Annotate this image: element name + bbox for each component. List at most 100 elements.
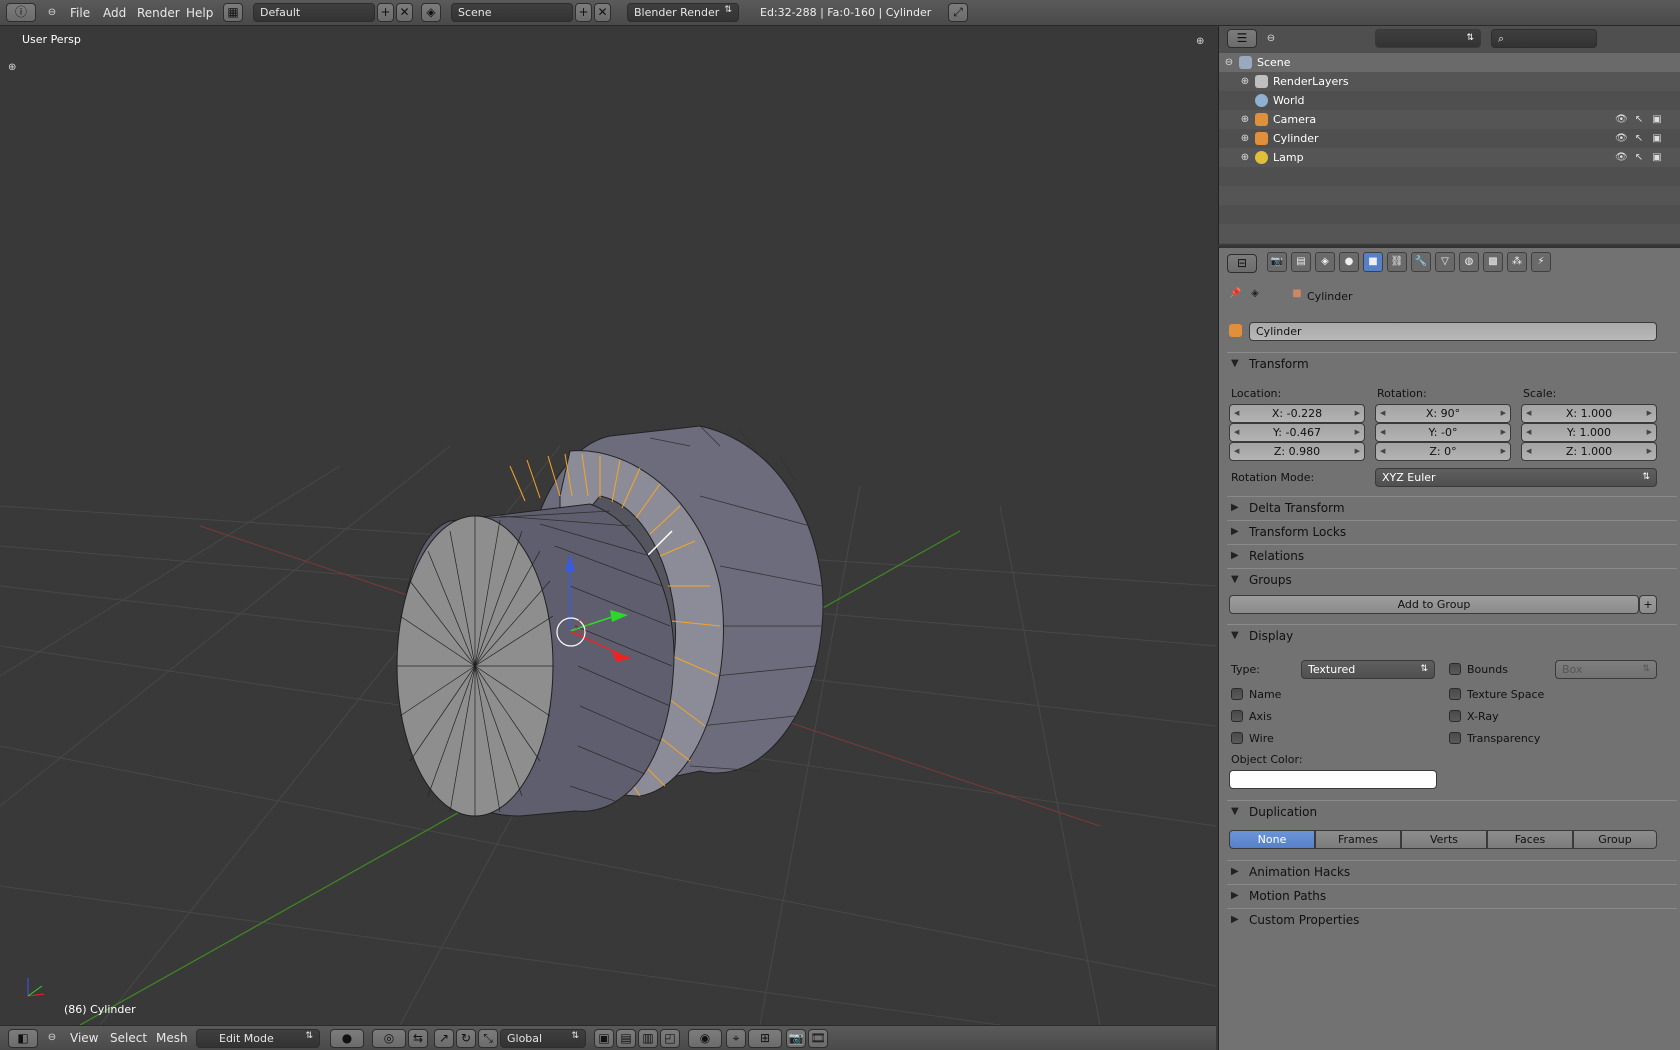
data-tab-icon[interactable]: ▽: [1435, 252, 1455, 272]
editor-type-button[interactable]: ⓘ: [6, 3, 36, 22]
outliner-editor-type-button[interactable]: ☰: [1227, 29, 1257, 48]
expand-icon[interactable]: ⊕: [1239, 76, 1251, 88]
shading-select[interactable]: ●: [330, 1029, 364, 1048]
expand-icon[interactable]: ⊕: [1239, 114, 1251, 126]
3d-viewport[interactable]: User Persp ⊕ ⊕ (86) Cylinder: [0, 26, 1216, 1025]
selectable-arrow-icon[interactable]: ↖: [1633, 133, 1645, 145]
motion-paths-panel-header[interactable]: ▶ Motion Paths: [1227, 884, 1677, 906]
snap-element-icon[interactable]: ⊞: [748, 1029, 782, 1048]
outliner-search-input[interactable]: ⌕: [1491, 29, 1597, 48]
render-anim-icon[interactable]: 🎞: [808, 1029, 828, 1048]
physics-tab-icon[interactable]: ⚡: [1531, 252, 1551, 272]
expand-icon[interactable]: ⊕: [1239, 152, 1251, 164]
add-scene-button[interactable]: +: [575, 3, 592, 22]
duplication-frames-button[interactable]: Frames: [1315, 830, 1401, 849]
add-screen-button[interactable]: +: [377, 3, 394, 22]
menu-mesh[interactable]: Mesh: [156, 1031, 188, 1045]
outliner-row-lamp[interactable]: ⊕ Lamp 👁 ↖ ▣: [1219, 148, 1680, 167]
scale-z-field[interactable]: ◀ Z: 1.000 ▶: [1521, 442, 1657, 461]
vertex-select-icon[interactable]: ▣: [594, 1029, 614, 1048]
name-checkbox[interactable]: [1231, 688, 1243, 700]
screen-layout-field[interactable]: Default: [253, 3, 375, 22]
delta-transform-panel-header[interactable]: ▶ Delta Transform: [1227, 496, 1677, 518]
outliner-display-select[interactable]: ⇅: [1375, 29, 1481, 48]
viewport-corner-icon[interactable]: ⊕: [1196, 36, 1204, 47]
duplication-faces-button[interactable]: Faces: [1487, 830, 1573, 849]
outliner-row-camera[interactable]: ⊕ Camera 👁 ↖ ▣: [1219, 110, 1680, 129]
duplication-verts-button[interactable]: Verts: [1401, 830, 1487, 849]
outliner-collapse-icon[interactable]: ⊖: [1265, 33, 1277, 45]
texture-space-checkbox[interactable]: [1449, 688, 1461, 700]
constraints-tab-icon[interactable]: ⛓: [1387, 252, 1407, 272]
render-layers-tab-icon[interactable]: ▤: [1291, 252, 1311, 272]
menu-add[interactable]: Add: [103, 6, 126, 20]
menu-view[interactable]: View: [70, 1031, 98, 1045]
scale-manipulator-icon[interactable]: ⤡: [478, 1029, 498, 1048]
outliner-row-scene[interactable]: ⊖ Scene: [1219, 53, 1680, 72]
edge-select-icon[interactable]: ▤: [616, 1029, 636, 1048]
location-z-field[interactable]: ◀ Z: 0.980 ▶: [1229, 442, 1365, 461]
relations-panel-header[interactable]: ▶ Relations: [1227, 544, 1677, 566]
duplication-panel-header[interactable]: ▼ Duplication: [1227, 800, 1677, 822]
expand-icon[interactable]: ⊕: [1239, 133, 1251, 145]
scale-x-field[interactable]: ◀ X: 1.000 ▶: [1521, 404, 1657, 423]
rotation-x-field[interactable]: ◀ X: 90° ▶: [1375, 404, 1511, 423]
collapse-menu-icon[interactable]: ⊖: [46, 7, 58, 19]
object-tab-icon[interactable]: ■: [1363, 252, 1383, 272]
wire-checkbox[interactable]: [1231, 732, 1243, 744]
xray-checkbox[interactable]: [1449, 710, 1461, 722]
face-select-icon[interactable]: ▥: [638, 1029, 658, 1048]
menu-select[interactable]: Select: [110, 1031, 147, 1045]
renderable-camera-icon[interactable]: ▣: [1651, 133, 1663, 145]
scene-tab-icon[interactable]: ◈: [1315, 252, 1335, 272]
proportional-edit-icon[interactable]: ◉: [688, 1029, 722, 1048]
selectable-arrow-icon[interactable]: ↖: [1633, 152, 1645, 164]
object-color-swatch[interactable]: [1229, 770, 1437, 789]
snap-toggle-icon[interactable]: ⌖: [726, 1029, 746, 1048]
rotation-y-field[interactable]: ◀ Y: -0° ▶: [1375, 423, 1511, 442]
rotation-mode-select[interactable]: XYZ Euler ⇅: [1375, 468, 1657, 487]
visibility-eye-icon[interactable]: 👁: [1615, 152, 1628, 164]
renderable-camera-icon[interactable]: ▣: [1651, 114, 1663, 126]
outliner-row-cylinder[interactable]: ⊕ Cylinder 👁 ↖ ▣: [1219, 129, 1680, 148]
manipulator-toggle[interactable]: ⇆: [408, 1029, 428, 1048]
menu-render[interactable]: Render: [137, 6, 180, 20]
scale-y-field[interactable]: ◀ Y: 1.000 ▶: [1521, 423, 1657, 442]
transform-panel-header[interactable]: ▼ Transform: [1227, 352, 1677, 374]
scene-icon[interactable]: ◈: [421, 3, 441, 22]
outliner-row-renderlayers[interactable]: ⊕ RenderLayers: [1219, 72, 1680, 91]
bounds-checkbox[interactable]: [1449, 663, 1461, 675]
particles-tab-icon[interactable]: ⁂: [1507, 252, 1527, 272]
display-panel-header[interactable]: ▼ Display: [1227, 624, 1677, 646]
translate-manipulator-icon[interactable]: ↗: [434, 1029, 454, 1048]
location-x-field[interactable]: ◀ X: -0.228 ▶: [1229, 404, 1365, 423]
renderable-camera-icon[interactable]: ▣: [1651, 152, 1663, 164]
modifiers-tab-icon[interactable]: 🔧: [1411, 252, 1431, 272]
collapse-header-icon[interactable]: ⊖: [46, 1032, 58, 1044]
world-tab-icon[interactable]: ●: [1339, 252, 1359, 272]
viewport-scene[interactable]: [0, 26, 1216, 1025]
collapse-icon[interactable]: ⊖: [1223, 57, 1235, 69]
material-tab-icon[interactable]: ◍: [1459, 252, 1479, 272]
transparency-checkbox[interactable]: [1449, 732, 1461, 744]
add-to-group-button[interactable]: Add to Group: [1229, 595, 1639, 614]
axis-checkbox[interactable]: [1231, 710, 1243, 722]
rotate-manipulator-icon[interactable]: ↻: [456, 1029, 476, 1048]
add-group-plus-button[interactable]: +: [1639, 595, 1657, 614]
pin-icon[interactable]: 📌: [1229, 288, 1241, 300]
fullscreen-icon[interactable]: ⤢: [948, 3, 968, 22]
menu-help[interactable]: Help: [186, 6, 213, 20]
animation-hacks-panel-header[interactable]: ▶ Animation Hacks: [1227, 860, 1677, 882]
display-type-select[interactable]: Textured ⇅: [1301, 660, 1435, 679]
mode-select[interactable]: Edit Mode ⇅: [196, 1029, 320, 1048]
scene-field[interactable]: Scene: [451, 3, 573, 22]
limit-selection-icon[interactable]: ◰: [660, 1029, 680, 1048]
rotation-z-field[interactable]: ◀ Z: 0° ▶: [1375, 442, 1511, 461]
transform-locks-panel-header[interactable]: ▶ Transform Locks: [1227, 520, 1677, 542]
visibility-eye-icon[interactable]: 👁: [1615, 133, 1628, 145]
duplication-group-button[interactable]: Group: [1573, 830, 1657, 849]
outliner-row-world[interactable]: World: [1219, 91, 1680, 110]
render-tab-icon[interactable]: 📷: [1267, 252, 1287, 272]
cylinder-mesh[interactable]: [396, 425, 824, 817]
texture-tab-icon[interactable]: ▩: [1483, 252, 1503, 272]
